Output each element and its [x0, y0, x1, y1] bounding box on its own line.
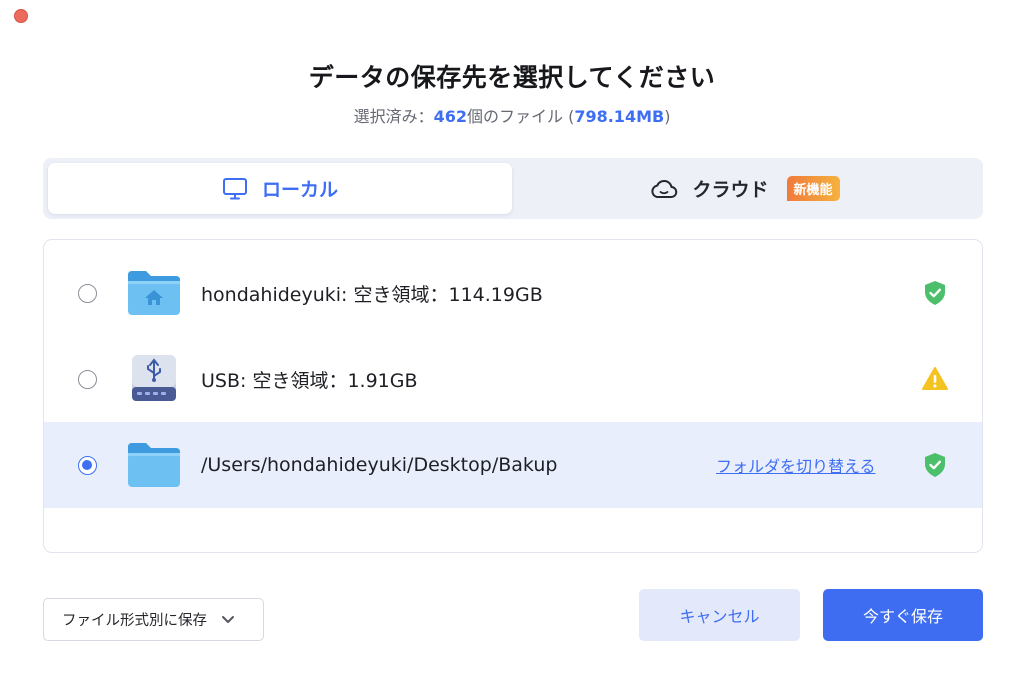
- save-now-button[interactable]: 今すぐ保存: [823, 589, 983, 641]
- selected-prefix: 選択済み：: [353, 107, 434, 126]
- dialog-title: データの保存先を選択してください: [308, 63, 716, 92]
- tab-cloud-label: クラウド: [692, 179, 769, 201]
- file-count: 462: [433, 107, 467, 126]
- shield-check-icon: [925, 281, 945, 305]
- cloud-icon: [651, 179, 678, 198]
- save-format-label: ファイル形式別に保存: [62, 613, 207, 629]
- monitor-icon: [222, 177, 247, 199]
- location-label: hondahideyuki: 空き領域：114.19GB: [201, 283, 543, 306]
- shield-check-icon: [925, 453, 945, 477]
- location-label: /Users/hondahideyuki/Desktop/Bakup: [201, 454, 558, 476]
- total-size: 798.14MB: [574, 107, 665, 126]
- switch-folder-link[interactable]: フォルダを切り替える: [716, 453, 876, 477]
- save-destination-dialog: データの保存先を選択してください 選択済み：462個のファイル (798.14M…: [0, 0, 1024, 674]
- tab-local[interactable]: ローカル: [48, 163, 512, 214]
- selection-summary: 選択済み：462個のファイル (798.14MB): [0, 103, 1024, 127]
- tab-local-label: ローカル: [261, 179, 338, 201]
- destination-tabs: ローカル クラウド 新機能: [43, 158, 983, 219]
- save-format-dropdown[interactable]: ファイル形式別に保存: [43, 598, 264, 641]
- list-item-home[interactable]: hondahideyuki: 空き領域：114.19GB: [44, 250, 982, 336]
- folder-icon: [128, 443, 180, 487]
- cancel-button[interactable]: キャンセル: [639, 589, 800, 641]
- warning-icon: [922, 367, 948, 390]
- list-item-desktop-folder[interactable]: /Users/hondahideyuki/Desktop/Bakup フォルダを…: [44, 422, 982, 508]
- usb-drive-icon: [132, 355, 176, 401]
- size-suffix: ): [664, 107, 671, 126]
- count-suffix: 個のファイル (: [466, 107, 575, 126]
- radio-desktop-folder[interactable]: [78, 455, 97, 475]
- list-item-usb[interactable]: USB: 空き領域：1.91GB: [44, 336, 982, 422]
- radio-usb[interactable]: [78, 369, 97, 389]
- chevron-down-icon: [222, 615, 234, 623]
- new-feature-badge: 新機能: [786, 176, 840, 201]
- destination-list: hondahideyuki: 空き領域：114.19GB USB: 空き領域：1…: [43, 239, 983, 553]
- location-label: USB: 空き領域：1.91GB: [201, 369, 418, 392]
- home-folder-icon: [128, 271, 180, 315]
- window-close-button[interactable]: [14, 9, 28, 23]
- tab-cloud[interactable]: クラウド 新機能: [512, 163, 978, 214]
- radio-home[interactable]: [78, 283, 97, 303]
